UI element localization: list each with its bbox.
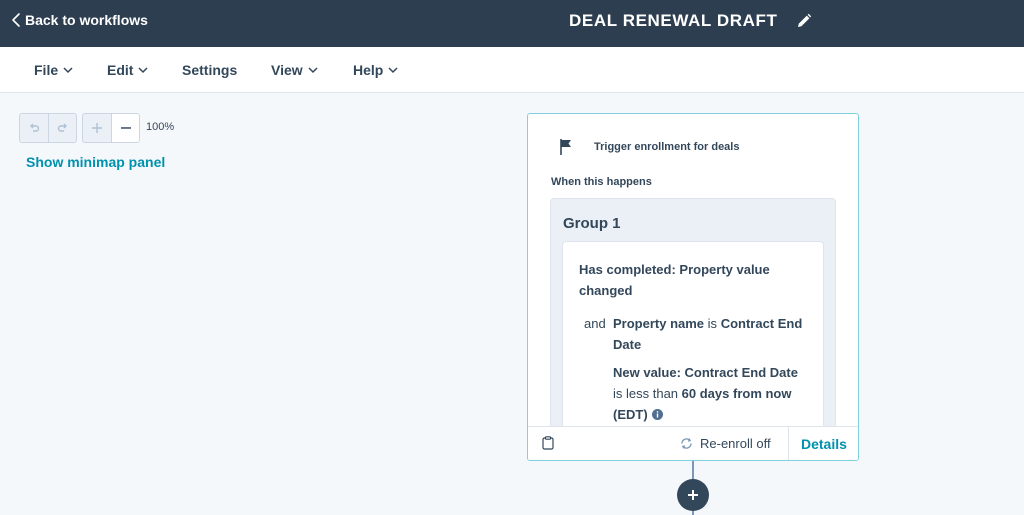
redo-icon	[57, 123, 67, 132]
condition-property-label: New value: Contract End Date	[613, 365, 798, 380]
back-to-workflows-link[interactable]: Back to workflows	[10, 11, 148, 29]
reenroll-toggle[interactable]: Re-enroll off	[680, 436, 771, 451]
group-title: Group 1	[563, 215, 621, 232]
trigger-header: Trigger enrollment for deals	[558, 138, 739, 156]
zoom-controls	[82, 113, 140, 143]
reenroll-label: Re-enroll off	[700, 436, 771, 451]
condition-operator: is less than	[613, 386, 679, 401]
zoom-level: 100%	[146, 121, 175, 133]
undo-icon	[30, 123, 40, 132]
menu-view-label: View	[271, 62, 303, 78]
refresh-icon	[681, 438, 692, 449]
chevron-down-icon	[63, 67, 73, 74]
footer-divider	[788, 427, 789, 460]
criteria-group: Group 1 Has completed: Property value ch…	[550, 198, 836, 460]
condition-property-name: Property name is Contract End Date	[613, 313, 809, 355]
top-bar: Back to workflows DEAL RENEWAL DRAFT	[0, 0, 1024, 47]
trigger-card[interactable]: Trigger enrollment for deals When this h…	[527, 113, 859, 461]
condition-new-value: New value: Contract End Date is less tha…	[613, 362, 809, 425]
chevron-down-icon	[138, 67, 148, 74]
workflow-title-area: DEAL RENEWAL DRAFT	[569, 10, 812, 32]
show-minimap-link[interactable]: Show minimap panel	[26, 154, 165, 170]
redo-button[interactable]	[48, 114, 76, 142]
minus-icon	[120, 127, 131, 129]
plus-icon	[688, 490, 698, 500]
plus-icon	[92, 123, 102, 133]
history-controls	[19, 113, 77, 143]
workflow-title: DEAL RENEWAL DRAFT	[569, 11, 778, 30]
menu-help-label: Help	[353, 62, 384, 78]
add-step-button[interactable]	[677, 479, 709, 511]
undo-button[interactable]	[20, 114, 48, 142]
menu-bar: File Edit Settings View Help	[0, 47, 1024, 93]
pencil-icon[interactable]	[796, 13, 812, 29]
chevron-left-icon	[12, 13, 20, 27]
menu-settings-label: Settings	[182, 62, 238, 78]
menu-edit-label: Edit	[107, 62, 134, 78]
info-icon[interactable]	[651, 409, 663, 420]
menu-file-label: File	[34, 62, 59, 78]
and-label: and	[584, 316, 606, 331]
back-link-label: Back to workflows	[25, 12, 148, 28]
zoom-in-button[interactable]	[83, 114, 111, 142]
chevron-down-icon	[308, 67, 318, 74]
menu-file[interactable]: File	[34, 62, 73, 78]
zoom-out-button[interactable]	[111, 114, 139, 142]
criteria-title: Has completed: Property value changed	[579, 262, 770, 298]
trigger-card-footer: Re-enroll off Details	[528, 426, 858, 460]
clipboard-icon[interactable]	[542, 436, 554, 450]
menu-help[interactable]: Help	[353, 62, 398, 78]
when-this-happens-label: When this happens	[551, 176, 652, 188]
chevron-down-icon	[388, 67, 398, 74]
condition-operator: is	[707, 316, 718, 331]
trigger-title: Trigger enrollment for deals	[594, 141, 740, 153]
condition-property-label: Property name	[613, 316, 705, 331]
menu-settings[interactable]: Settings	[182, 62, 237, 78]
menu-edit[interactable]: Edit	[107, 62, 148, 78]
details-button[interactable]: Details	[801, 436, 847, 452]
menu-view[interactable]: View	[271, 62, 318, 78]
flag-icon	[560, 139, 571, 155]
